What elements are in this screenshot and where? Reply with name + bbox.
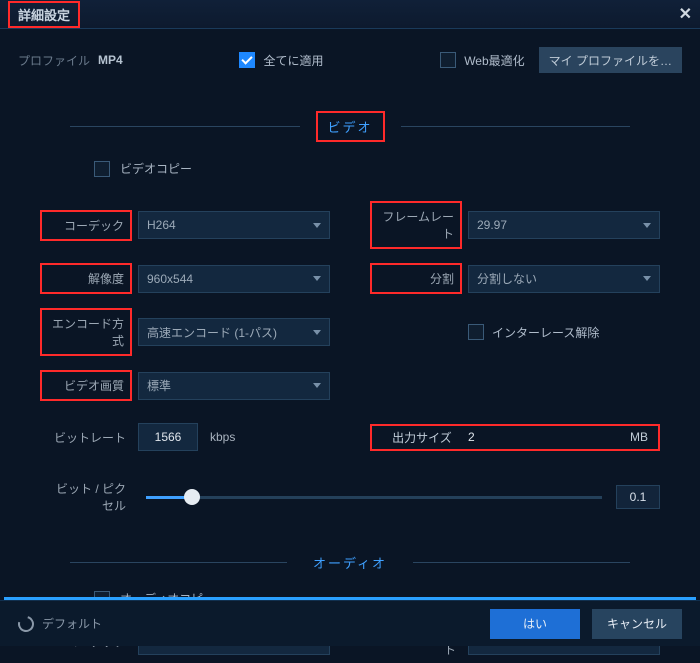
bitrate-label: ビットレート [40, 424, 132, 451]
video-copy-checkbox[interactable] [94, 161, 110, 177]
apply-all-label: 全てに適用 [263, 52, 323, 69]
checkbox-on-icon [239, 52, 255, 68]
bpp-slider[interactable] [146, 496, 602, 499]
titlebar: 詳細設定 ✕ [0, 0, 700, 28]
footer: デフォルト はい キャンセル [0, 600, 700, 646]
bitrate-input[interactable]: 1566 [138, 423, 198, 451]
output-size-label: 出力サイズ [382, 429, 462, 446]
audio-section-divider: オーディオ [0, 519, 700, 586]
checkbox-off-icon [468, 324, 484, 340]
bitrate-unit: kbps [210, 430, 235, 444]
chevron-down-icon [643, 223, 651, 228]
chevron-down-icon [643, 276, 651, 281]
chevron-down-icon [313, 276, 321, 281]
profile-format: MP4 [98, 53, 123, 67]
encode-label: エンコード方式 [40, 308, 132, 356]
split-field: 分割 分割しない [370, 263, 660, 294]
deinterlace-label: インターレース解除 [492, 324, 599, 341]
output-size-field: 出力サイズ 2 MB [370, 423, 660, 451]
quality-field: ビデオ画質 標準 [40, 370, 330, 401]
resolution-label: 解像度 [40, 263, 132, 294]
split-select[interactable]: 分割しない [468, 265, 660, 293]
bitrate-field: ビットレート 1566 kbps [40, 423, 330, 451]
slider-thumb-icon[interactable] [184, 489, 200, 505]
encode-select[interactable]: 高速エンコード (1-パス) [138, 318, 330, 346]
checkbox-off-icon [440, 52, 456, 68]
profile-row: プロファイル MP4 全てに適用 Web最適化 マイ プロファイルを… [0, 29, 700, 81]
video-section-divider: ビデオ [0, 81, 700, 152]
deinterlace-checkbox[interactable]: インターレース解除 [468, 324, 599, 341]
quality-select[interactable]: 標準 [138, 372, 330, 400]
bpp-value: 0.1 [616, 485, 660, 509]
resolution-select[interactable]: 960x544 [138, 265, 330, 293]
video-section-label: ビデオ [316, 111, 385, 142]
resolution-field: 解像度 960x544 [40, 263, 330, 294]
profile-label: プロファイル [18, 52, 90, 69]
apply-all-checkbox[interactable]: 全てに適用 [239, 52, 323, 69]
chevron-down-icon [313, 223, 321, 228]
chevron-down-icon [313, 330, 321, 335]
my-profile-button[interactable]: マイ プロファイルを… [539, 47, 682, 73]
bpp-row: ビット / ピクセル 0.1 [0, 451, 700, 519]
reset-icon [15, 613, 37, 635]
web-optimize-label: Web最適化 [464, 52, 524, 69]
framerate-select[interactable]: 29.97 [468, 211, 660, 239]
framerate-label: フレームレート [370, 201, 462, 249]
ok-button[interactable]: はい [490, 609, 580, 639]
window-title: 詳細設定 [8, 1, 80, 28]
close-icon[interactable]: ✕ [679, 4, 692, 24]
split-label: 分割 [370, 263, 462, 294]
bpp-label: ビット / ピクセル [40, 475, 132, 519]
quality-label: ビデオ画質 [40, 370, 132, 401]
chevron-down-icon [313, 383, 321, 388]
codec-select[interactable]: H264 [138, 211, 330, 239]
codec-field: コーデック H264 [40, 201, 330, 249]
encode-field: エンコード方式 高速エンコード (1-パス) [40, 308, 330, 356]
framerate-field: フレームレート 29.97 [370, 201, 660, 249]
web-optimize-checkbox[interactable]: Web最適化 [440, 52, 524, 69]
reset-button[interactable]: デフォルト [18, 615, 102, 632]
codec-label: コーデック [40, 210, 132, 241]
video-copy-label: ビデオコピー [120, 160, 192, 177]
output-size-input[interactable]: 2 [462, 430, 630, 444]
cancel-button[interactable]: キャンセル [592, 609, 682, 639]
audio-section-label: オーディオ [303, 549, 397, 576]
output-size-unit: MB [630, 430, 648, 444]
